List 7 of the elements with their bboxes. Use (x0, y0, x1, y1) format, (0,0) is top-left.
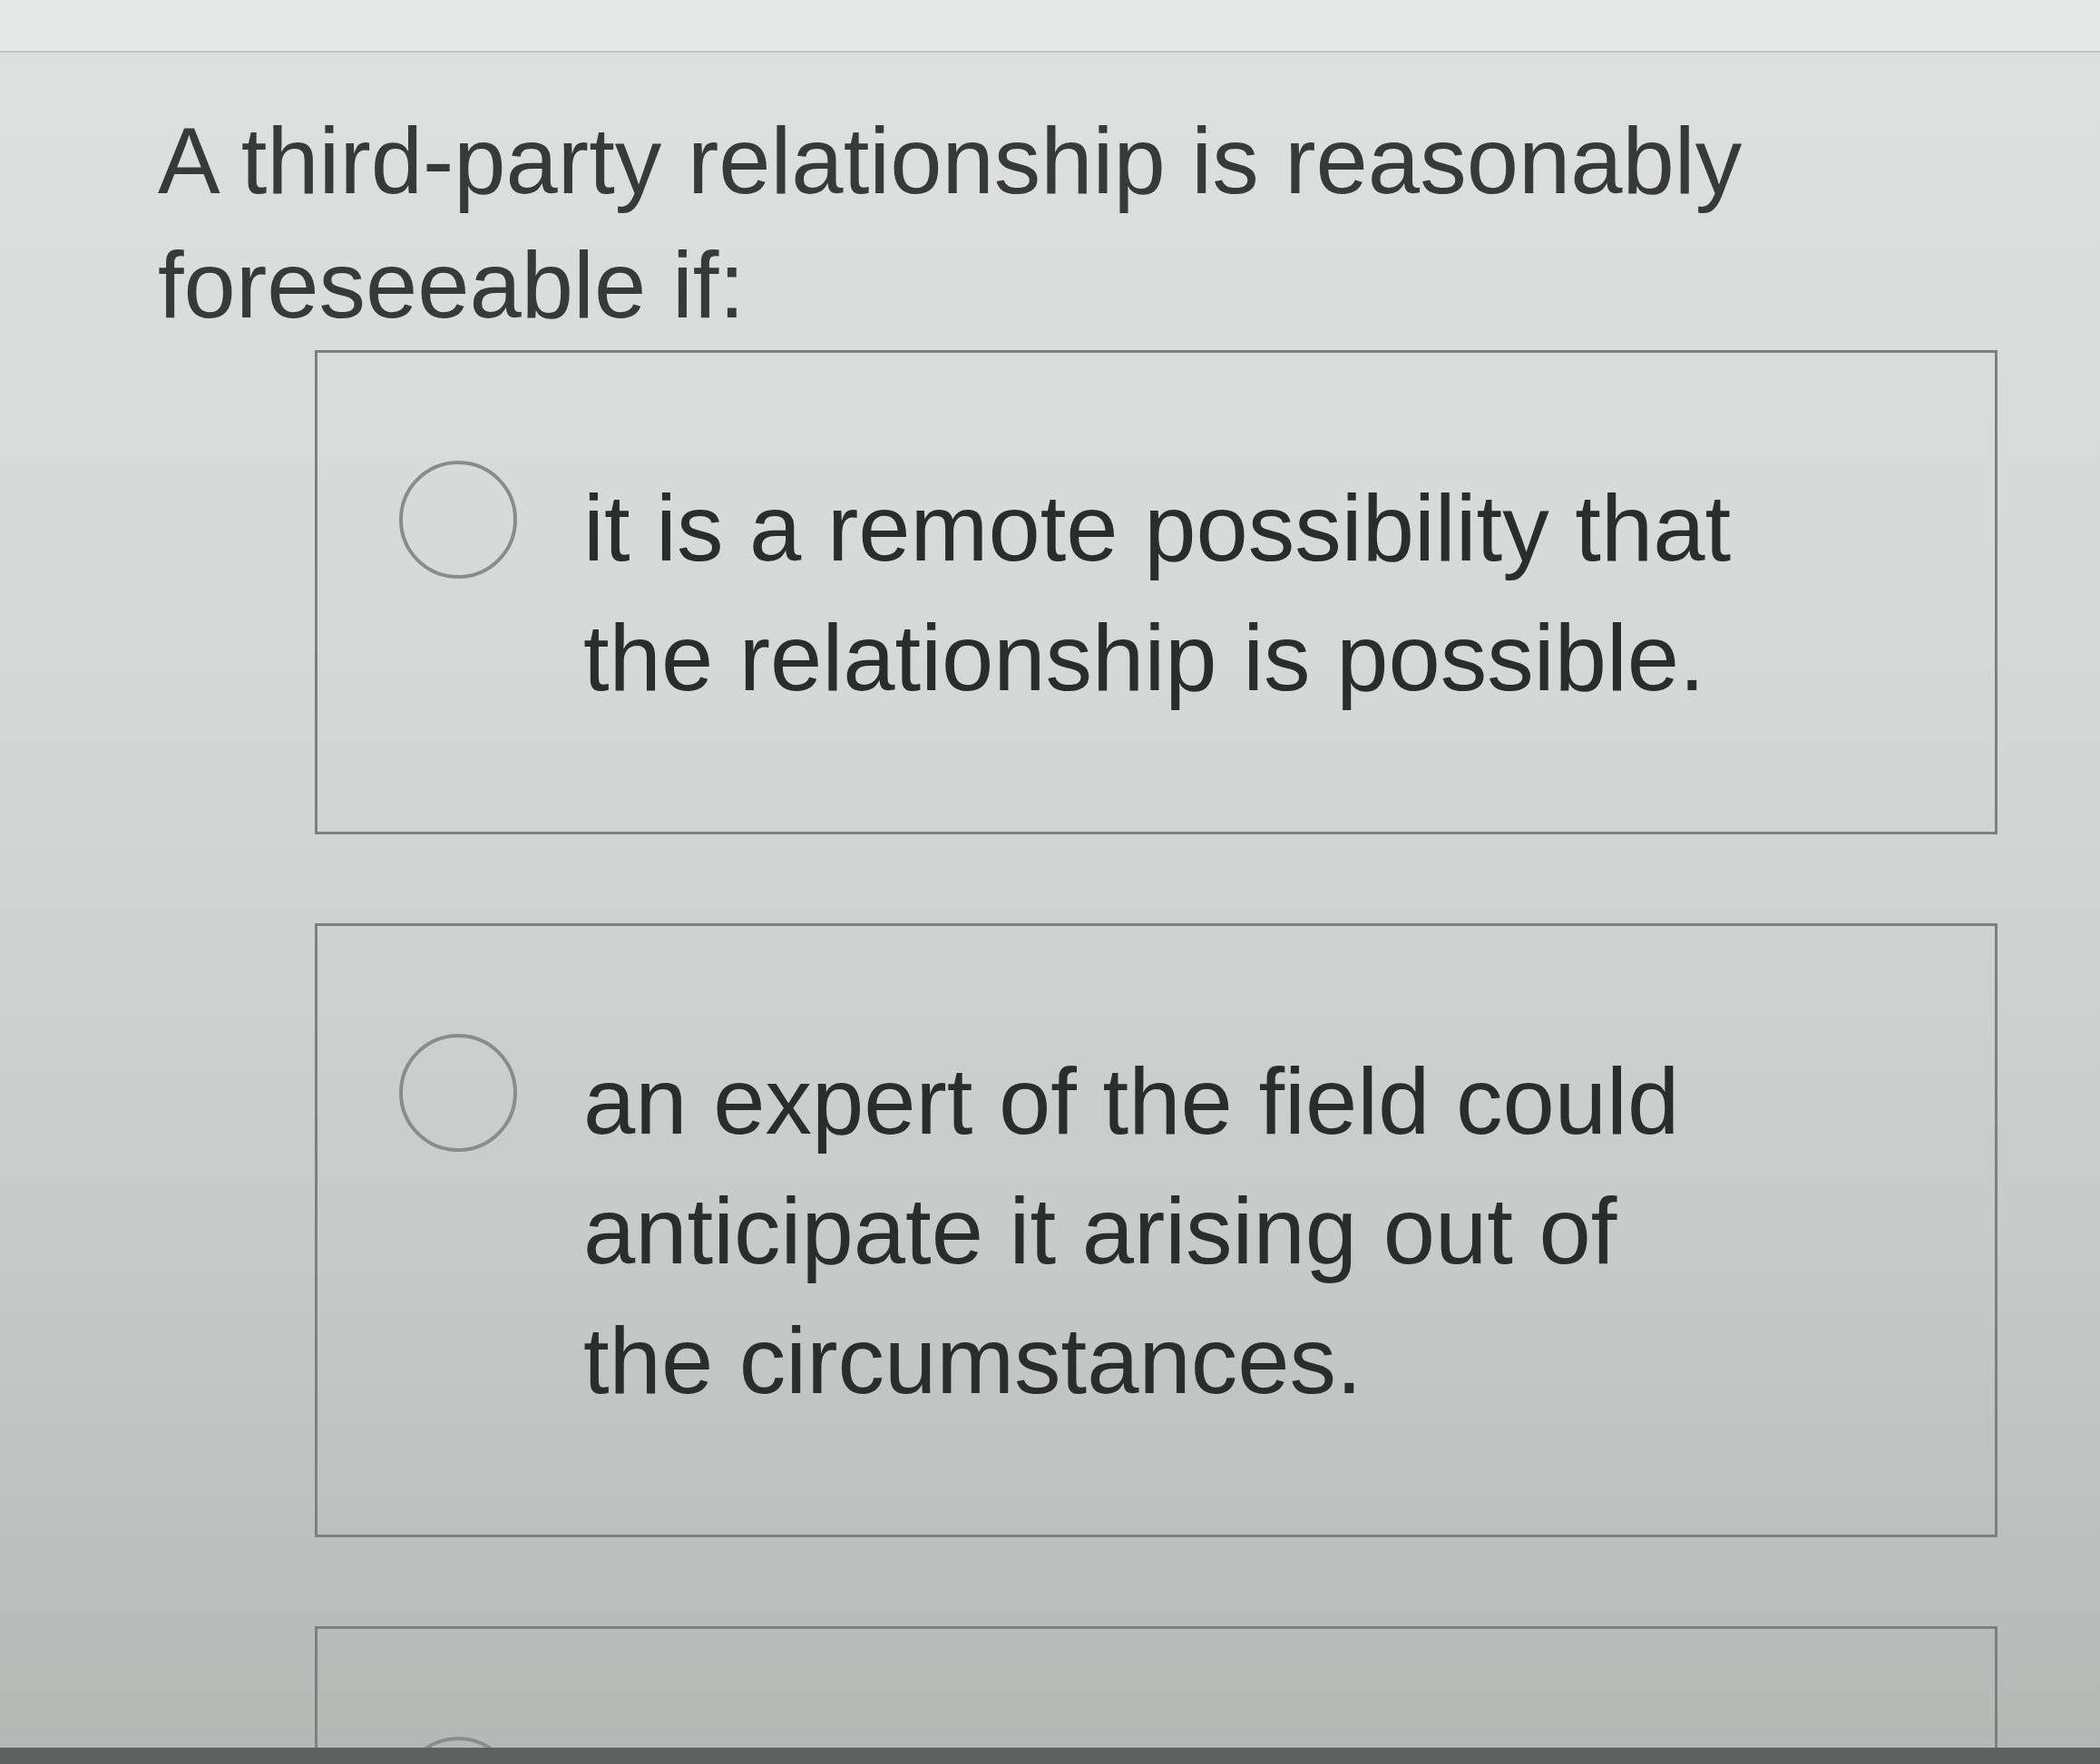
option-text: it is a remote possibility that the relationship is possible. (583, 475, 1733, 712)
option-card[interactable]: an expert of the field could anticipate it arising out of the circumstances. (315, 923, 1997, 1537)
option-text: an expert of the field could anticipate it arising out of the circumstances. (583, 1048, 1681, 1415)
radio-button[interactable] (399, 1034, 517, 1152)
question-text: A third-party relationship is reasonably foreseeable if: (158, 108, 1743, 339)
option-card[interactable]: it is a remote possibility that the relationship is possible. (315, 350, 1997, 834)
radio-button[interactable] (399, 461, 517, 579)
